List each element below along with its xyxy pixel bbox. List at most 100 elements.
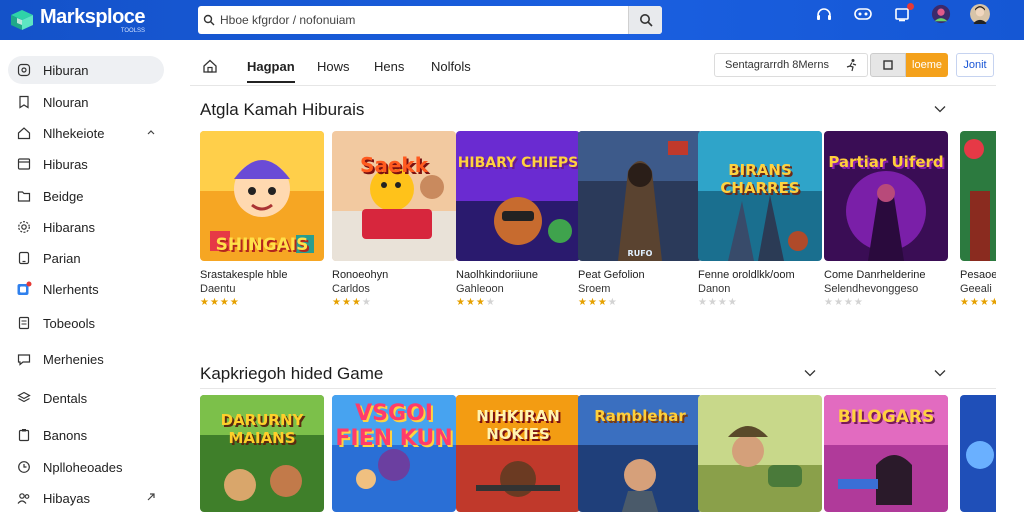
sidebar-item-parian[interactable]: Parian xyxy=(8,244,164,272)
sidebar-item-hiburan[interactable]: Hiburan xyxy=(8,56,164,84)
chevron-upright-icon[interactable] xyxy=(146,492,156,502)
sidebar-item-hibayas[interactable]: Hibayas xyxy=(8,484,164,512)
sidebar-item-nlerhents[interactable]: Nlerhents xyxy=(8,275,164,303)
card-subtitle: Sroem xyxy=(578,283,611,295)
search-button[interactable] xyxy=(628,6,662,34)
game-thumbnail: Ramblehar xyxy=(578,395,702,512)
sidebar-item-beidge[interactable]: Beidge xyxy=(8,182,164,210)
sidebar-item-label: Beidge xyxy=(43,188,84,204)
game-card[interactable]: HIBARY CHIEPS Naolhkindoriiune Gahleoon … xyxy=(456,131,580,308)
game-thumbnail: BIRANS CHARRES xyxy=(698,131,822,261)
user-avatar[interactable] xyxy=(970,4,990,24)
view-toggle-button[interactable] xyxy=(870,53,906,77)
logo-subtitle: TOOLSS xyxy=(120,27,146,34)
join-button[interactable]: Jonit xyxy=(956,53,994,77)
sidebar-item-label: Banons xyxy=(43,427,88,443)
game-card[interactable]: NIHKIRAN NOKIES xyxy=(456,395,580,512)
sidebar-item-label: Hibayas xyxy=(43,490,90,506)
game-thumbnail: NIHKIRAN NOKIES xyxy=(456,395,580,512)
game-card[interactable] xyxy=(960,395,996,512)
top-bar: Marksploce TOOLSS xyxy=(0,0,1024,40)
controller-icon[interactable] xyxy=(853,4,873,24)
tab-bar: Hagpan Hows Hens Nolfols Sentagrarrdh 8M… xyxy=(190,52,996,86)
game-thumbnail: VSGOI FIEN KUN xyxy=(332,395,456,512)
game-card[interactable]: BILOGARS xyxy=(824,395,948,512)
game-card[interactable]: Ramblehar xyxy=(578,395,702,512)
tab-hagpan[interactable]: Hagpan xyxy=(247,59,295,83)
home-icon xyxy=(16,125,32,141)
game-avatar-icon[interactable] xyxy=(931,4,951,24)
tab-nolfols[interactable]: Nolfols xyxy=(431,59,471,74)
folder-icon xyxy=(16,188,32,204)
logo-name: Marksploce xyxy=(40,5,146,28)
sidebar-item-tobeools[interactable]: Tobeools xyxy=(8,309,164,337)
star-rating: ★★★★ xyxy=(456,297,496,308)
game-thumbnail: BILOGARS xyxy=(824,395,948,512)
card-subtitle: Daentu xyxy=(200,283,236,295)
chevron-up-icon[interactable] xyxy=(146,127,156,137)
game-card[interactable]: SHINGAIS Srastakesple hble Daentu ★★★★ xyxy=(200,131,324,308)
thumbnail-title: NIHKIRAN NOKIES xyxy=(476,407,560,443)
chevron-down-icon[interactable] xyxy=(804,369,816,377)
tab-hows[interactable]: Hows xyxy=(317,59,350,74)
app-badge-icon xyxy=(16,281,32,297)
thumbnail-title: Ramblehar xyxy=(594,407,686,425)
sidebar-item-label: Nlerhents xyxy=(43,281,99,297)
game-card[interactable] xyxy=(698,395,822,512)
game-thumbnail xyxy=(960,131,996,261)
chevron-down-icon[interactable] xyxy=(934,369,946,377)
layers-icon xyxy=(16,390,32,406)
card-title: Naolhkindoriiune xyxy=(456,269,538,281)
search-input[interactable] xyxy=(220,13,628,27)
game-thumbnail: HIBARY CHIEPS xyxy=(456,131,580,261)
game-card[interactable]: RUFO Peat Gefolion Sroem ★★★★ xyxy=(578,131,702,308)
search-lead-icon xyxy=(198,14,220,26)
thumbnail-title: HIBARY CHIEPS xyxy=(457,155,579,171)
sidebar-item-label: Hiburan xyxy=(43,62,89,78)
notification-icon[interactable] xyxy=(892,3,914,24)
game-thumbnail xyxy=(698,395,822,512)
sidebar-item-nplloheoades[interactable]: Nplloheoades xyxy=(8,453,164,481)
support-icon[interactable] xyxy=(814,4,834,24)
section-divider xyxy=(200,388,996,389)
tab-hens[interactable]: Hens xyxy=(374,59,404,74)
star-rating: ★★★★ xyxy=(578,297,618,308)
game-card[interactable]: Partiar Uiferd Come Danrhelderine Selend… xyxy=(824,131,948,308)
thumbnail-title: VSGOI FIEN KUN xyxy=(335,401,453,451)
home-icon[interactable] xyxy=(202,58,218,74)
sidebar-item-label: Nplloheoades xyxy=(43,459,123,475)
square-icon xyxy=(883,60,893,70)
sidebar-item-hiburas[interactable]: Hiburas xyxy=(8,150,164,178)
gamepad-icon xyxy=(16,62,32,78)
orange-action-button[interactable]: loeme xyxy=(906,53,948,77)
sidebar-item-merhenies[interactable]: Merhenies xyxy=(8,345,164,373)
section-title: Kapkriegoh hided Game xyxy=(200,364,384,383)
game-thumbnail xyxy=(960,395,996,512)
chevron-down-icon[interactable] xyxy=(934,105,946,113)
card-subtitle: Geeali xyxy=(960,283,992,295)
card-subtitle: Danon xyxy=(698,283,731,295)
thumbnail-title: BILOGARS xyxy=(837,407,935,427)
game-card[interactable]: Pesaoe Geeali ★★★★ xyxy=(960,131,996,308)
game-card[interactable]: BIRANS CHARRES Fenne oroldlkk/oom Danon … xyxy=(698,131,822,308)
sidebar-item-dentals[interactable]: Dentals xyxy=(8,384,164,412)
search-bar xyxy=(198,6,662,34)
document-icon xyxy=(16,315,32,331)
game-card[interactable]: VSGOI FIEN KUN xyxy=(332,395,456,512)
filter-label: Sentagrarrdh 8Merns xyxy=(725,59,829,71)
game-card[interactable]: Saekk Ronoeohyn Carldos ★★★★ xyxy=(332,131,456,308)
sidebar-item-nlouran[interactable]: Nlouran xyxy=(8,88,164,116)
chat-icon xyxy=(16,351,32,367)
sidebar-item-label: Tobeools xyxy=(43,315,96,331)
game-thumbnail: RUFO xyxy=(578,131,702,261)
sidebar-item-banons[interactable]: Banons xyxy=(8,421,164,449)
card-title: Fenne oroldlkk/oom xyxy=(698,269,795,281)
card-title: Ronoeohyn xyxy=(332,269,389,281)
sidebar-item-hibarans[interactable]: Hibarans xyxy=(8,213,164,241)
app-logo[interactable]: Marksploce TOOLSS xyxy=(10,7,190,34)
game-card[interactable]: DARURNY MAIANS xyxy=(200,395,324,512)
sidebar-item-nlhekeiote[interactable]: Nlhekeiote xyxy=(8,119,164,147)
filter-dropdown[interactable]: Sentagrarrdh 8Merns xyxy=(714,53,868,77)
card-subtitle: Selendhevonggeso xyxy=(824,283,919,295)
card-title: Peat Gefolion xyxy=(578,269,645,281)
